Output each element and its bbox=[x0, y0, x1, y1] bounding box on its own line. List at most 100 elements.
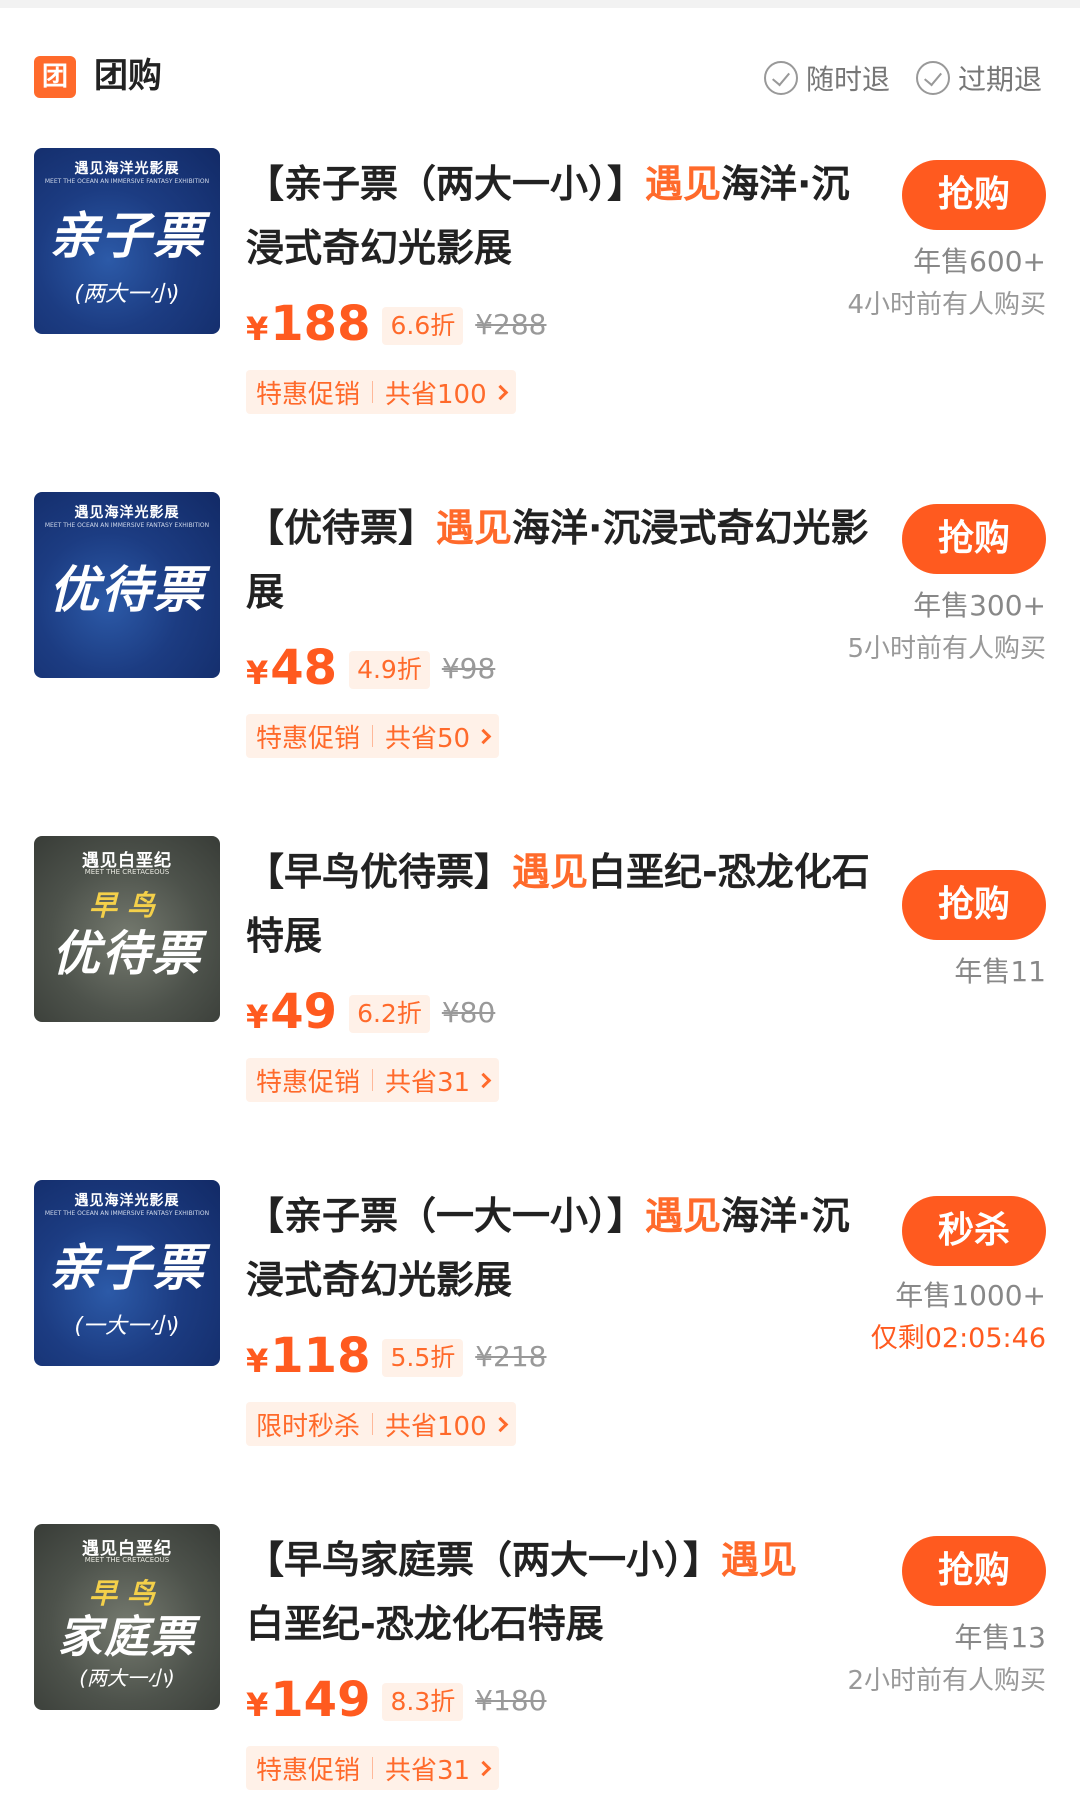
thumb-ticket-type: 亲子票 bbox=[49, 207, 205, 265]
price-row: ¥188 6.6折 ¥288 bbox=[246, 294, 547, 354]
annual-sales: 年售300+ bbox=[913, 589, 1046, 622]
thumb-early-bird: 早鸟 bbox=[88, 889, 165, 922]
currency-symbol: ¥ bbox=[246, 310, 269, 348]
annual-sales: 年售11 bbox=[954, 955, 1046, 988]
thumb-ticket-type: 亲子票 bbox=[49, 1239, 205, 1297]
product-item[interactable]: 遇见海洋光影展 MEET THE OCEAN AN IMMERSIVE FANT… bbox=[0, 148, 1080, 478]
discount-badge: 4.9折 bbox=[349, 651, 430, 689]
policy-label: 过期退 bbox=[958, 63, 1043, 96]
product-thumbnail[interactable]: 遇见白垩纪 MEET THE CRETACEOUS 早鸟 家庭票 (两大一小) bbox=[34, 1524, 220, 1710]
product-item[interactable]: 遇见海洋光影展 MEET THE OCEAN AN IMMERSIVE FANT… bbox=[0, 492, 1080, 822]
price-value: 188 bbox=[270, 296, 371, 352]
price-value: 48 bbox=[270, 640, 338, 696]
flash-sale-button[interactable]: 秒杀 bbox=[902, 1196, 1046, 1266]
currency-symbol: ¥ bbox=[246, 654, 269, 692]
promo-label: 特惠促销 bbox=[256, 1755, 361, 1786]
currency-symbol: ¥ bbox=[246, 1342, 269, 1380]
discount-badge: 6.2折 bbox=[349, 995, 430, 1033]
chevron-right-icon bbox=[475, 1072, 492, 1088]
group-buy-header: 团 团购 随时退 过期退 bbox=[0, 36, 1080, 116]
promo-divider bbox=[372, 1757, 374, 1779]
price-value: 49 bbox=[270, 984, 338, 1040]
thumb-ticket-type: 优待票 bbox=[51, 926, 202, 982]
chevron-right-icon bbox=[492, 384, 508, 400]
title-prefix: 【亲子票（一大一小）】 bbox=[246, 1194, 646, 1238]
promo-tag[interactable]: 特惠促销 共省50 bbox=[246, 714, 500, 758]
original-price: ¥180 bbox=[475, 1684, 547, 1717]
original-price: ¥98 bbox=[441, 652, 496, 685]
product-item[interactable]: 遇见白垩纪 MEET THE CRETACEOUS 早鸟 优待票 【早鸟优待票】… bbox=[0, 836, 1080, 1166]
product-thumbnail[interactable]: 遇见海洋光影展 MEET THE OCEAN AN IMMERSIVE FANT… bbox=[34, 1180, 220, 1366]
product-title[interactable]: 【优待票】遇见海洋·沉浸式奇幻光影展 bbox=[246, 496, 876, 624]
currency-symbol: ¥ bbox=[246, 1686, 269, 1724]
current-price: ¥149 bbox=[246, 1670, 370, 1735]
current-price: ¥49 bbox=[246, 982, 337, 1047]
annual-sales: 年售1000+ bbox=[895, 1279, 1046, 1312]
product-thumbnail[interactable]: 遇见海洋光影展 MEET THE OCEAN AN IMMERSIVE FANT… bbox=[34, 492, 220, 678]
promo-divider bbox=[372, 1413, 374, 1435]
buy-button[interactable]: 抢购 bbox=[902, 1536, 1046, 1606]
price-row: ¥118 5.5折 ¥218 bbox=[246, 1326, 547, 1386]
product-title[interactable]: 【早鸟家庭票（两大一小）】遇见白垩纪-恐龙化石特展 bbox=[246, 1528, 806, 1656]
title-highlight: 遇见 bbox=[436, 506, 513, 550]
title-prefix: 【优待票】 bbox=[246, 506, 437, 550]
thumb-exhibit-subtitle: MEET THE OCEAN AN IMMERSIVE FANTASY EXHI… bbox=[44, 1210, 210, 1217]
promo-label: 特惠促销 bbox=[256, 723, 361, 754]
annual-sales: 年售600+ bbox=[913, 245, 1046, 278]
discount-badge: 8.3折 bbox=[382, 1683, 464, 1721]
product-item[interactable]: 遇见白垩纪 MEET THE CRETACEOUS 早鸟 家庭票 (两大一小) … bbox=[0, 1524, 1080, 1817]
product-title[interactable]: 【亲子票（两大一小）】遇见海洋·沉浸式奇幻光影展 bbox=[246, 152, 876, 280]
buy-button[interactable]: 抢购 bbox=[902, 504, 1046, 574]
thumb-exhibit-name: 遇见海洋光影展 bbox=[74, 161, 180, 177]
product-item[interactable]: 遇见海洋光影展 MEET THE OCEAN AN IMMERSIVE FANT… bbox=[0, 1180, 1080, 1510]
buy-button[interactable]: 抢购 bbox=[902, 870, 1046, 940]
current-price: ¥118 bbox=[246, 1326, 370, 1391]
current-price: ¥188 bbox=[246, 294, 370, 359]
original-price: ¥218 bbox=[475, 1340, 547, 1373]
price-value: 149 bbox=[270, 1672, 371, 1728]
annual-sales: 年售13 bbox=[954, 1621, 1046, 1654]
check-circle-icon bbox=[764, 61, 798, 95]
product-title[interactable]: 【亲子票（一大一小）】遇见海洋·沉浸式奇幻光影展 bbox=[246, 1184, 876, 1312]
promo-tag[interactable]: 特惠促销 共省31 bbox=[246, 1058, 500, 1102]
original-price: ¥288 bbox=[475, 308, 547, 341]
discount-badge: 5.5折 bbox=[382, 1339, 464, 1377]
promo-label: 特惠促销 bbox=[256, 379, 361, 410]
recent-purchase: 2小时前有人购买 bbox=[847, 1666, 1046, 1696]
current-price: ¥48 bbox=[246, 638, 337, 703]
promo-divider bbox=[372, 1069, 374, 1091]
title-prefix: 【亲子票（两大一小）】 bbox=[246, 162, 646, 206]
title-highlight: 遇见 bbox=[645, 162, 722, 206]
policy-label: 随时退 bbox=[806, 63, 891, 96]
thumb-exhibit-subtitle: MEET THE OCEAN AN IMMERSIVE FANTASY EXHI… bbox=[44, 522, 210, 529]
thumb-ticket-note: (一大一小) bbox=[74, 1314, 180, 1339]
chevron-right-icon bbox=[492, 1416, 508, 1432]
recent-purchase: 5小时前有人购买 bbox=[847, 634, 1046, 664]
chevron-right-icon bbox=[475, 1760, 492, 1776]
currency-symbol: ¥ bbox=[246, 998, 269, 1036]
promo-tag[interactable]: 特惠促销 共省31 bbox=[246, 1746, 500, 1790]
product-title[interactable]: 【早鸟优待票】遇见白垩纪-恐龙化石特展 bbox=[246, 840, 876, 968]
recent-purchase: 4小时前有人购买 bbox=[847, 290, 1046, 320]
title-prefix: 【早鸟家庭票（两大一小）】 bbox=[246, 1538, 722, 1582]
promo-savings: 共省100 bbox=[385, 379, 487, 410]
price-value: 118 bbox=[270, 1328, 371, 1384]
product-thumbnail[interactable]: 遇见白垩纪 MEET THE CRETACEOUS 早鸟 优待票 bbox=[34, 836, 220, 1022]
buy-button[interactable]: 抢购 bbox=[902, 160, 1046, 230]
title-suffix: 白垩纪-恐龙化石特展 bbox=[246, 1602, 604, 1646]
chevron-right-icon bbox=[475, 728, 492, 744]
check-circle-icon bbox=[916, 61, 950, 95]
thumb-ticket-note: (两大一小) bbox=[74, 282, 180, 307]
promo-tag[interactable]: 特惠促销 共省100 bbox=[246, 370, 516, 414]
top-divider bbox=[0, 0, 1080, 8]
original-price: ¥80 bbox=[441, 996, 496, 1029]
thumb-exhibit-subtitle: MEET THE OCEAN AN IMMERSIVE FANTASY EXHI… bbox=[44, 178, 210, 185]
promo-savings: 共省50 bbox=[385, 723, 471, 754]
price-row: ¥49 6.2折 ¥80 bbox=[246, 982, 495, 1042]
product-thumbnail[interactable]: 遇见海洋光影展 MEET THE OCEAN AN IMMERSIVE FANT… bbox=[34, 148, 220, 334]
thumb-early-bird: 早鸟 bbox=[88, 1577, 165, 1610]
thumb-ticket-type: 优待票 bbox=[49, 561, 205, 619]
policy-refund-anytime: 随时退 bbox=[764, 58, 890, 98]
promo-tag[interactable]: 限时秒杀 共省100 bbox=[246, 1402, 516, 1446]
promo-savings: 共省31 bbox=[385, 1755, 471, 1786]
